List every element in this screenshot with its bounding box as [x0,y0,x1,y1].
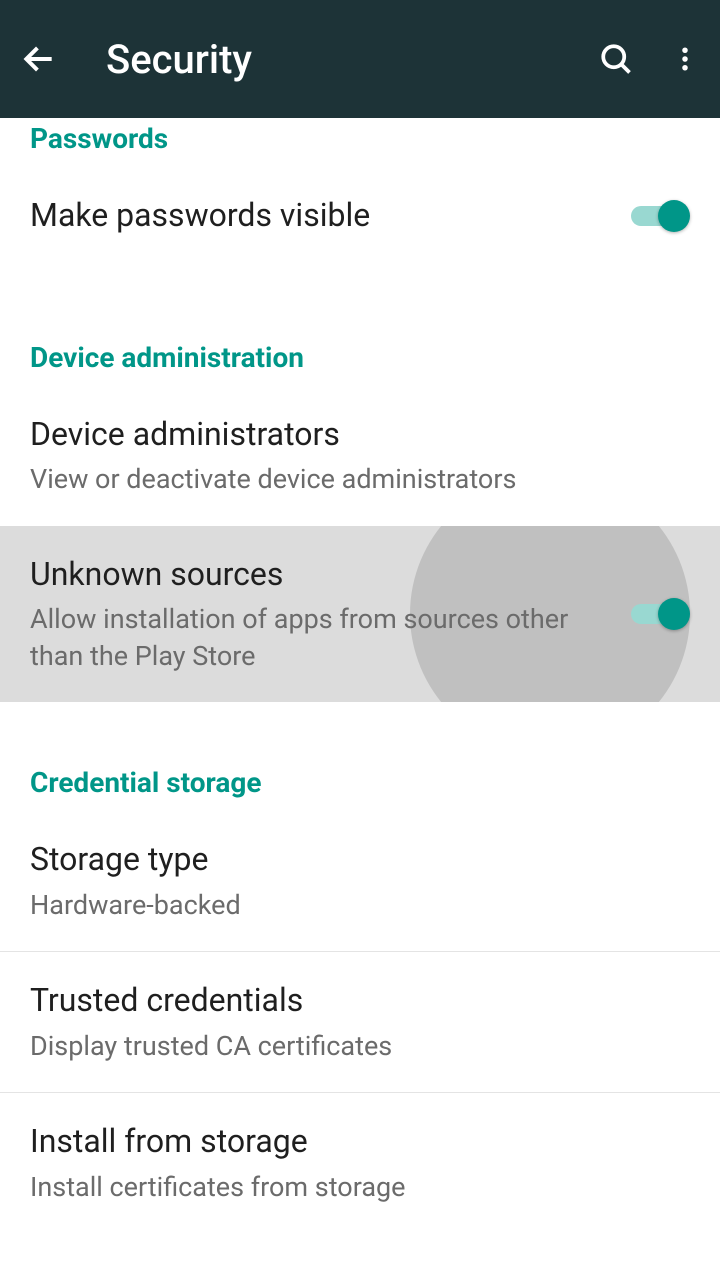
row-subtitle: Display trusted CA certificates [30,1028,690,1064]
row-device-administrators[interactable]: Device administrators View or deactivate… [0,386,720,526]
row-subtitle: Hardware-backed [30,887,690,923]
row-subtitle: View or deactivate device administrators [30,461,690,497]
back-arrow-icon[interactable] [20,40,58,78]
row-subtitle: Allow installation of apps from sources … [30,601,628,674]
row-trusted-credentials[interactable]: Trusted credentials Display trusted CA c… [0,952,720,1092]
row-unknown-sources[interactable]: Unknown sources Allow installation of ap… [0,526,720,702]
row-subtitle: Install certificates from storage [30,1169,690,1205]
more-vert-icon[interactable] [670,44,700,74]
section-header-passwords: Passwords [0,114,720,167]
row-storage-type[interactable]: Storage type Hardware-backed [0,811,720,951]
settings-list: Passwords Make passwords visible Device … [0,114,720,1233]
row-title: Unknown sources [30,554,628,596]
row-title: Trusted credentials [30,980,690,1022]
row-title: Make passwords visible [30,195,628,237]
row-title: Install from storage [30,1121,690,1163]
row-install-from-storage[interactable]: Install from storage Install certificate… [0,1093,720,1233]
switch-unknown-sources[interactable] [628,594,690,634]
row-title: Storage type [30,839,690,881]
row-title: Device administrators [30,414,690,456]
switch-make-passwords-visible[interactable] [628,196,690,236]
section-header-device-administration: Device administration [0,321,720,386]
search-icon[interactable] [598,41,634,77]
row-make-passwords-visible[interactable]: Make passwords visible [0,167,720,265]
app-bar: Security [0,0,720,118]
page-title: Security [106,36,598,83]
section-header-credential-storage: Credential storage [0,758,720,811]
